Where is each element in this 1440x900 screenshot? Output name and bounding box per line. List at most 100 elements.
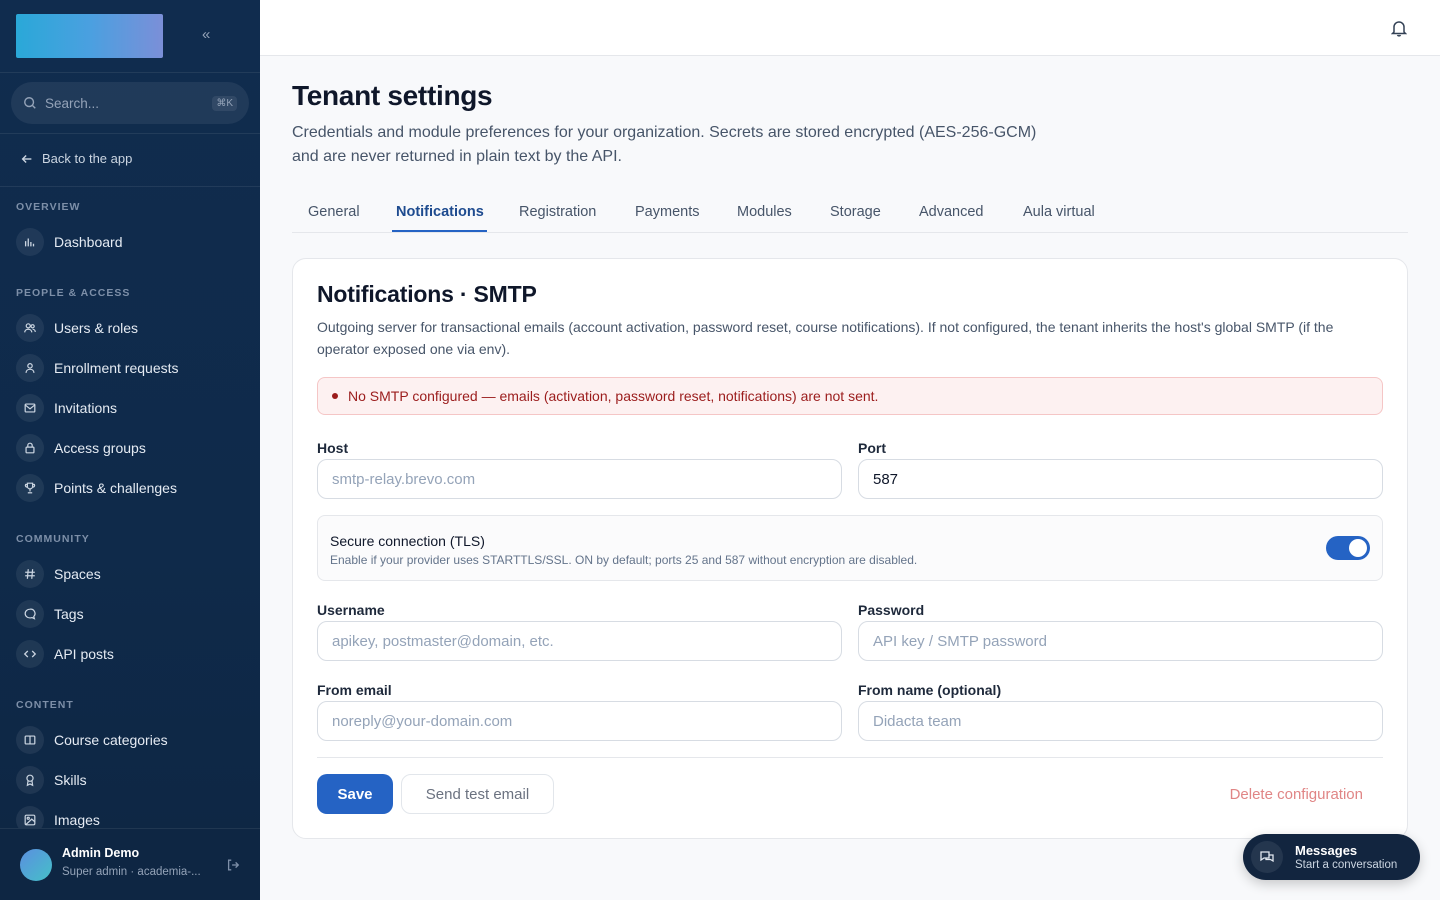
section-people-access: PEOPLE & ACCESS <box>16 287 131 299</box>
host-input[interactable] <box>317 459 842 499</box>
trophy-icon <box>16 474 44 502</box>
tab-modules[interactable]: Modules <box>737 196 792 228</box>
port-input[interactable] <box>858 459 1383 499</box>
sidebar-item-label: Access groups <box>54 440 146 456</box>
sidebar-divider <box>0 133 260 134</box>
username-input[interactable] <box>317 621 842 661</box>
section-community: COMMUNITY <box>16 533 90 545</box>
sidebar-item-dashboard[interactable]: Dashboard <box>16 228 123 256</box>
back-label: Back to the app <box>42 151 133 166</box>
sidebar-item-label: Skills <box>54 772 87 788</box>
top-bar <box>260 0 1440 56</box>
tab-aula-virtual[interactable]: Aula virtual <box>1023 196 1095 228</box>
hash-icon <box>16 560 44 588</box>
code-icon <box>16 640 44 668</box>
messages-subtitle: Start a conversation <box>1295 859 1398 871</box>
messages-widget[interactable]: Messages Start a conversation <box>1243 834 1420 880</box>
search-shortcut: ⌘K <box>212 95 237 111</box>
password-input[interactable] <box>858 621 1383 661</box>
messages-icon <box>1251 841 1283 873</box>
bar-chart-icon <box>16 228 44 256</box>
tab-registration[interactable]: Registration <box>519 196 596 228</box>
save-button[interactable]: Save <box>317 774 393 814</box>
password-label: Password <box>858 602 925 618</box>
messages-title: Messages <box>1295 843 1358 858</box>
tls-description: Enable if your provider uses STARTTLS/SS… <box>330 553 918 567</box>
tab-notifications[interactable]: Notifications <box>396 196 484 228</box>
page-subtitle: Credentials and module preferences for y… <box>292 124 1037 165</box>
sidebar-item-label: Users & roles <box>54 320 139 336</box>
card-description: Outgoing server for transactional emails… <box>317 319 1334 357</box>
tab-general[interactable]: General <box>308 196 360 228</box>
tls-toggle[interactable] <box>1326 536 1370 560</box>
tab-advanced[interactable]: Advanced <box>919 196 984 228</box>
sidebar-item-label: Invitations <box>54 400 118 416</box>
logo[interactable] <box>16 14 163 58</box>
user-profile[interactable]: Admin Demo Super admin · academia-... <box>0 828 260 900</box>
lock-icon <box>16 434 44 462</box>
sidebar-item-access-groups[interactable]: Access groups <box>16 434 146 462</box>
bell-icon[interactable] <box>1391 19 1407 37</box>
logout-icon[interactable] <box>226 858 240 872</box>
sidebar-item-api-posts[interactable]: API posts <box>16 640 114 668</box>
sidebar-item-skills[interactable]: Skills <box>16 766 87 794</box>
sidebar-item-enrollment-requests[interactable]: Enrollment requests <box>16 354 179 382</box>
search-placeholder: Search... <box>45 95 100 111</box>
search-icon <box>24 97 36 109</box>
sidebar-item-label: Points & challenges <box>54 480 177 496</box>
sidebar-item-label: Enrollment requests <box>54 360 179 376</box>
sidebar-item-label: Spaces <box>54 566 101 582</box>
sidebar-item-label: API posts <box>54 646 114 662</box>
sidebar-item-label: Course categories <box>54 732 168 748</box>
user-name: Admin Demo <box>62 846 140 860</box>
tab-storage[interactable]: Storage <box>830 196 881 228</box>
smtp-warning-alert: No SMTP configured — emails (activation,… <box>317 377 1383 415</box>
port-label: Port <box>858 440 886 456</box>
section-overview: OVERVIEW <box>16 201 81 213</box>
from-email-label: From email <box>317 682 392 698</box>
sidebar-item-users-roles[interactable]: Users & roles <box>16 314 138 342</box>
sidebar-item-invitations[interactable]: Invitations <box>16 394 117 422</box>
active-tab-indicator <box>392 230 487 232</box>
section-content: CONTENT <box>16 699 74 711</box>
award-icon <box>16 766 44 794</box>
from-name-input[interactable] <box>858 701 1383 741</box>
users-icon <box>16 314 44 342</box>
sidebar-item-label: Dashboard <box>54 234 123 250</box>
send-test-email-button[interactable]: Send test email <box>401 774 554 814</box>
sidebar-item-spaces[interactable]: Spaces <box>16 560 101 588</box>
alert-text: No SMTP configured — emails (activation,… <box>348 388 879 404</box>
chat-bubble-icon <box>16 600 44 628</box>
sidebar-item-label: Tags <box>54 606 84 622</box>
sidebar-item-points-challenges[interactable]: Points & challenges <box>16 474 177 502</box>
tab-payments[interactable]: Payments <box>635 196 699 228</box>
sidebar-item-tags[interactable]: Tags <box>16 600 84 628</box>
from-name-label: From name (optional) <box>858 682 1002 698</box>
settings-tabs: General Notifications Registration Payme… <box>292 196 1408 233</box>
delete-configuration-button[interactable]: Delete configuration <box>1200 774 1376 814</box>
book-open-icon <box>16 726 44 754</box>
user-role: Super admin · academia-... <box>62 866 201 878</box>
sidebar-search[interactable]: Search... ⌘K <box>11 82 249 124</box>
tls-title: Secure connection (TLS) <box>330 533 485 549</box>
sidebar-divider <box>0 186 260 187</box>
sidebar-item-course-categories[interactable]: Course categories <box>16 726 168 754</box>
host-label: Host <box>317 440 349 456</box>
toggle-knob <box>1349 539 1367 557</box>
from-email-input[interactable] <box>317 701 842 741</box>
arrow-left-icon <box>21 154 32 163</box>
sidebar-item-label: Images <box>54 812 100 828</box>
tls-setting: Secure connection (TLS) Enable if your p… <box>317 515 1383 581</box>
collapse-sidebar-icon[interactable]: « <box>202 26 210 43</box>
user-icon <box>16 354 44 382</box>
page-title: Tenant settings <box>292 80 493 111</box>
mail-icon <box>16 394 44 422</box>
sidebar-divider <box>0 72 260 73</box>
back-to-app-link[interactable]: Back to the app <box>20 151 132 166</box>
username-label: Username <box>317 602 385 618</box>
actions-divider <box>317 757 1383 758</box>
card-title: Notifications · SMTP <box>317 281 537 307</box>
alert-dot-icon <box>332 393 338 399</box>
sidebar: « Search... ⌘K Back to the app OVERVIEW … <box>0 0 260 900</box>
avatar[interactable] <box>20 849 52 881</box>
